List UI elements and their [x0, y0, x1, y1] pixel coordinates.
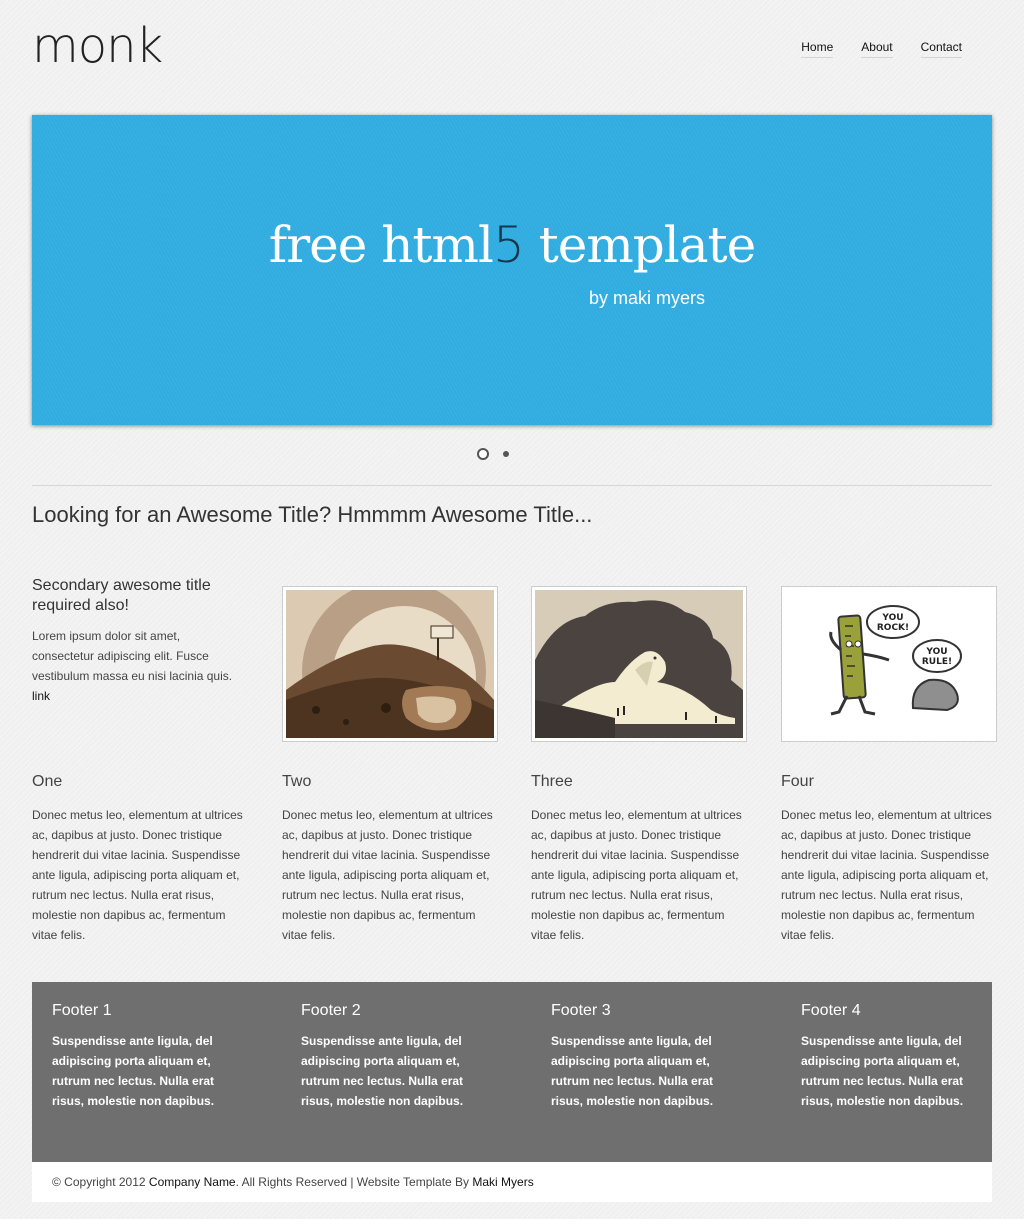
- nav-home-link[interactable]: Home: [801, 40, 834, 58]
- thumbnail-ruler-cartoon[interactable]: YOU ROCK! YOU RULE!: [781, 586, 997, 742]
- intro-block: Secondary awesome title required also! L…: [32, 576, 242, 706]
- footer-title: Footer 1: [52, 1002, 112, 1019]
- main-nav: Home About Contact: [801, 40, 962, 58]
- slide-2-dot[interactable]: [503, 451, 509, 457]
- hero-title-digit: 5: [492, 216, 525, 274]
- footer-text: Suspendisse ante ligula, del adipiscing …: [52, 1034, 215, 1108]
- copyright-mid: . All Rights Reserved | Website Template…: [235, 1175, 473, 1189]
- copyright-prefix: © Copyright 2012: [52, 1175, 149, 1189]
- footer-column-2: Footer 2 Suspendisse ante ligula, del ad…: [301, 1002, 476, 1111]
- column-text: Donec metus leo, elementum at ultrices a…: [781, 808, 992, 942]
- content-column-3: Three Donec metus leo, elementum at ultr…: [531, 772, 746, 945]
- hero-slider[interactable]: free html5 template by maki myers: [32, 115, 992, 425]
- footer-title: Footer 4: [801, 1002, 861, 1019]
- content-column-1: One Donec metus leo, elementum at ultric…: [32, 772, 247, 945]
- content-column-2: Two Donec metus leo, elementum at ultric…: [282, 772, 497, 945]
- hero-subtitle: by maki myers: [589, 288, 706, 308]
- svg-text:YOU: YOU: [925, 647, 947, 657]
- footer-column-4: Footer 4 Suspendisse ante ligula, del ad…: [801, 1002, 976, 1111]
- mountain-illustration-icon: [286, 590, 494, 738]
- footer-text: Suspendisse ante ligula, del adipiscing …: [801, 1034, 964, 1108]
- intro-heading: Secondary awesome title required also!: [32, 577, 211, 614]
- bubble-text-1: YOU: [881, 613, 903, 623]
- footer-title: Footer 2: [301, 1002, 361, 1019]
- ruler-cartoon-illustration-icon: YOU ROCK! YOU RULE!: [785, 590, 993, 738]
- author-link[interactable]: Maki Myers: [472, 1175, 533, 1189]
- content-column-4: Four Donec metus leo, elementum at ultri…: [781, 772, 996, 945]
- hero-title-part2: template: [523, 216, 757, 274]
- company-name-link[interactable]: Company Name: [149, 1175, 236, 1189]
- page-title: Looking for an Awesome Title? Hmmmm Awes…: [32, 502, 593, 527]
- svg-text:RULE!: RULE!: [922, 657, 952, 667]
- hero-title-part1: free html: [268, 216, 494, 274]
- thumbnail-dinosaur[interactable]: [531, 586, 747, 742]
- footer-text: Suspendisse ante ligula, del adipiscing …: [551, 1034, 714, 1108]
- svg-text:ROCK!: ROCK!: [877, 623, 909, 633]
- column-text: Donec metus leo, elementum at ultrices a…: [531, 808, 742, 942]
- column-title: Three: [531, 773, 573, 790]
- column-title: Two: [282, 773, 312, 790]
- slide-1-dot[interactable]: [477, 448, 489, 460]
- intro-link[interactable]: link: [32, 686, 242, 706]
- column-title: Four: [781, 773, 814, 790]
- footer-title: Footer 3: [551, 1002, 611, 1019]
- thumbnail-mountain[interactable]: [282, 586, 498, 742]
- site-footer: Footer 1 Suspendisse ante ligula, del ad…: [32, 982, 992, 1162]
- column-text: Donec metus leo, elementum at ultrices a…: [282, 808, 493, 942]
- nav-contact-link[interactable]: Contact: [920, 40, 962, 58]
- footer-column-3: Footer 3 Suspendisse ante ligula, del ad…: [551, 1002, 726, 1111]
- copyright-bar: © Copyright 2012 Company Name. All Right…: [32, 1162, 992, 1202]
- column-title: One: [32, 773, 63, 790]
- slider-pagination: [477, 448, 509, 460]
- dinosaur-illustration-icon: [535, 590, 743, 738]
- column-text: Donec metus leo, elementum at ultrices a…: [32, 808, 243, 942]
- nav-about-link[interactable]: About: [861, 40, 893, 58]
- site-logo[interactable]: monk: [32, 18, 163, 74]
- footer-column-1: Footer 1 Suspendisse ante ligula, del ad…: [52, 1002, 227, 1111]
- section-divider: [32, 485, 992, 486]
- intro-text: Lorem ipsum dolor sit amet, consectetur …: [32, 629, 233, 683]
- hero-title: free html5 template: [32, 215, 992, 275]
- footer-text: Suspendisse ante ligula, del adipiscing …: [301, 1034, 464, 1108]
